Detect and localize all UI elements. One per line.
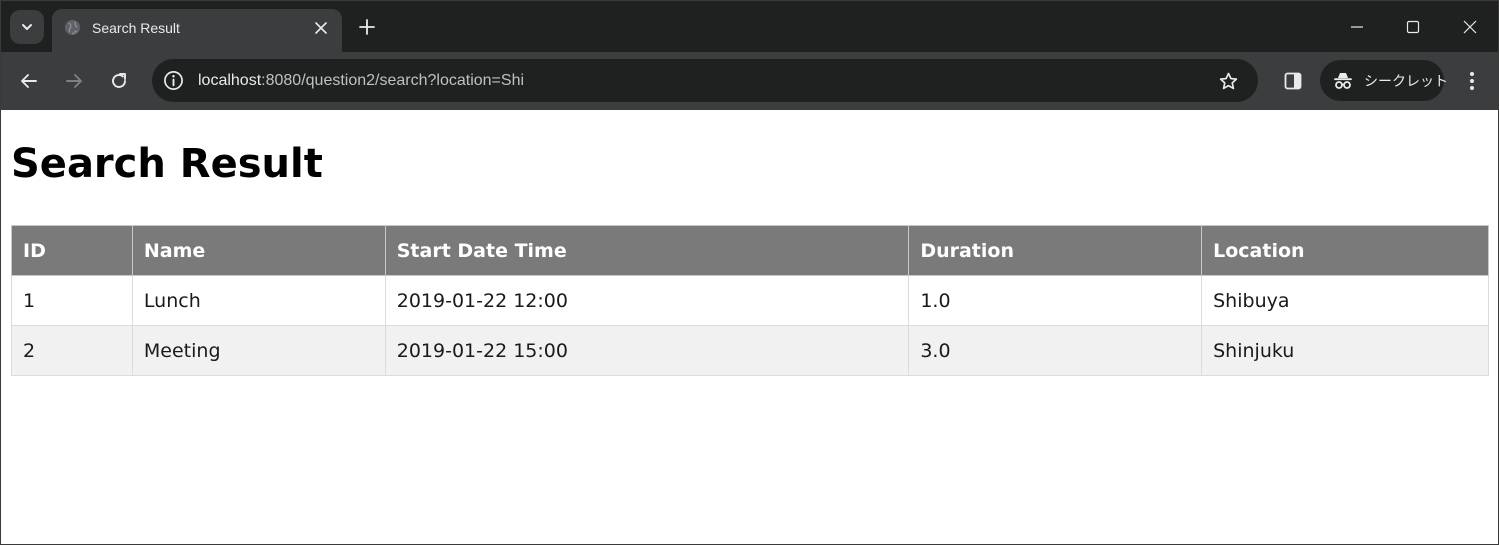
new-tab-button[interactable] (353, 13, 381, 41)
tab-search-button[interactable] (10, 10, 44, 44)
plus-icon (359, 19, 375, 35)
cell-location: Shinjuku (1201, 325, 1489, 376)
browser-toolbar: localhost:8080/question2/search?location… (1, 52, 1498, 110)
site-info-icon[interactable] (163, 70, 184, 91)
cell-name: Meeting (131, 325, 386, 376)
incognito-icon (1334, 73, 1352, 89)
tab-strip: Search Result (1, 1, 1498, 52)
maximize-icon (1406, 20, 1420, 34)
page-title: Search Result (11, 141, 323, 187)
cell-id: 2 (11, 325, 133, 376)
cell-location: Shibuya (1201, 275, 1489, 326)
back-button[interactable] (13, 65, 45, 97)
cell-start-date-time: 2019-01-22 15:00 (384, 325, 910, 376)
globe-icon (64, 19, 81, 36)
column-header-duration: Duration (908, 225, 1203, 276)
side-panel-button[interactable] (1277, 65, 1309, 97)
bookmark-button[interactable] (1216, 69, 1240, 93)
chevron-down-icon (22, 24, 32, 30)
forward-button[interactable] (58, 65, 90, 97)
close-icon (1463, 20, 1477, 34)
cell-start-date-time: 2019-01-22 12:00 (384, 275, 910, 326)
star-icon (1219, 72, 1237, 89)
tab-close-button[interactable] (312, 19, 330, 37)
cell-id: 1 (11, 275, 133, 326)
tab-active[interactable]: Search Result (52, 9, 342, 52)
window-close-button[interactable] (1454, 11, 1486, 43)
close-icon (315, 22, 327, 34)
cell-name: Lunch (131, 275, 386, 326)
arrow-right-icon (66, 74, 82, 88)
reload-button[interactable] (103, 65, 135, 97)
column-header-location: Location (1201, 225, 1489, 276)
tab-title: Search Result (92, 20, 180, 36)
url-path: :8080/question2/search?location=Shi (261, 72, 525, 89)
table-row: 2 Meeting 2019-01-22 15:00 3.0 Shinjuku (11, 325, 1489, 376)
url-host: localhost (198, 72, 262, 89)
more-vert-icon (1470, 72, 1474, 90)
minimize-button[interactable] (1341, 11, 1373, 43)
browser-window: Search Result localhost:8080/question2/s… (0, 0, 1499, 545)
url-text[interactable]: localhost:8080/question2/search?location… (198, 71, 524, 91)
incognito-label: シークレット (1364, 73, 1448, 89)
page-viewport: Search Result ID Name Start Date Time Du… (1, 110, 1498, 544)
column-header-name: Name (131, 225, 386, 276)
table-header-row: ID Name Start Date Time Duration Locatio… (11, 225, 1489, 276)
address-bar[interactable]: localhost:8080/question2/search?location… (152, 59, 1258, 102)
results-table: ID Name Start Date Time Duration Locatio… (11, 225, 1489, 376)
column-header-start-date-time: Start Date Time (384, 225, 910, 276)
incognito-indicator[interactable]: シークレット (1320, 60, 1448, 101)
cell-duration: 1.0 (908, 275, 1203, 326)
column-header-id: ID (11, 225, 133, 276)
side-panel-icon (1284, 72, 1302, 90)
arrow-left-icon (21, 74, 37, 88)
cell-duration: 3.0 (908, 325, 1203, 376)
minimize-icon (1351, 26, 1363, 28)
reload-icon (112, 73, 126, 88)
maximize-button[interactable] (1397, 11, 1429, 43)
table-row: 1 Lunch 2019-01-22 12:00 1.0 Shibuya (11, 275, 1489, 326)
browser-menu-button[interactable] (1456, 65, 1488, 97)
